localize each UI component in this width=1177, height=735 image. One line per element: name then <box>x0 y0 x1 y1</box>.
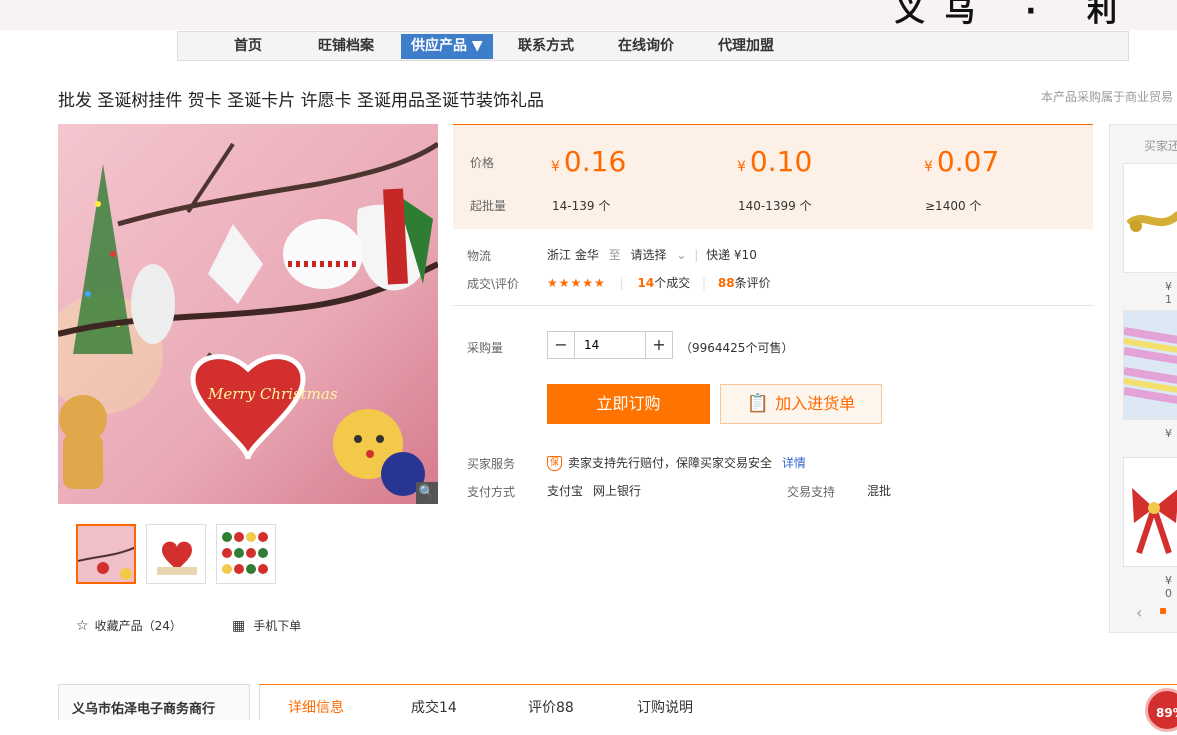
thumbnail-2[interactable] <box>146 524 206 584</box>
quantity-input[interactable] <box>576 332 646 358</box>
payment-alipay: 支付宝 <box>547 484 584 498</box>
card-text: Merry Christmas <box>207 385 338 403</box>
add-to-cart-button[interactable]: 📋 加入进货单 <box>720 384 882 424</box>
recommend-item-1[interactable] <box>1123 163 1177 273</box>
buyer-service-text: 卖家支持先行赔付，保障买家交易安全 <box>568 456 773 470</box>
clipboard-icon: 📋 <box>746 393 770 414</box>
price-label: 价格 <box>470 156 495 170</box>
top-header-strip: 义乌 · 利 <box>0 0 1177 30</box>
favorite-product[interactable]: ☆ 收藏产品（24） <box>76 617 182 634</box>
trade-support-label: 交易支持 <box>787 485 836 499</box>
tab-reviews[interactable]: 评价88 <box>528 697 574 717</box>
recommend-price-1: ¥ 1 <box>1165 280 1172 306</box>
purchase-qty-label: 采购量 <box>467 341 504 355</box>
chevron-left-icon[interactable]: ‹ <box>1136 603 1142 622</box>
mobile-order[interactable]: ▦ 手机下单 <box>232 617 301 634</box>
score-badge: 89% <box>1145 688 1177 732</box>
review-count-link[interactable]: 88条评价 <box>718 276 771 290</box>
price-panel: 价格 起批量 ¥0.16 ¥0.10 ¥0.07 14-139 个 140-13… <box>453 124 1093 229</box>
product-title: 批发 圣诞树挂件 贺卡 圣诞卡片 许愿卡 圣诞用品圣诞节装饰礼品 <box>58 91 545 111</box>
buyer-service-row: 保卖家支持先行赔付，保障买家交易安全 详情 <box>547 454 806 471</box>
trade-note: 本产品采购属于商业贸易 <box>1041 90 1174 104</box>
sidebar-header: 买家还 <box>1144 139 1177 153</box>
qty-tier-3: ≥1400 个 <box>925 199 982 213</box>
logistics-row: 浙江 金华 至 请选择 ⌄ | 快递 ¥10 <box>547 248 757 262</box>
star-outline-icon: ☆ <box>76 618 89 634</box>
nav-home[interactable]: 首页 <box>234 33 262 60</box>
shield-icon: 保 <box>547 456 562 471</box>
nav-inquiry[interactable]: 在线询价 <box>618 33 674 60</box>
rating-stars: ★★★★★ <box>547 276 606 290</box>
deals-row: ★★★★★ | 14个成交 | 88条评价 <box>547 276 771 290</box>
recommend-price-3: ¥ 0 <box>1165 574 1172 600</box>
tab-details[interactable]: 详细信息 <box>288 697 344 717</box>
available-stock: （9964425个可售） <box>680 341 794 355</box>
mobile-order-label: 手机下单 <box>253 619 302 633</box>
thumbnail-1[interactable] <box>76 524 136 584</box>
qrcode-icon: ▦ <box>232 618 246 634</box>
express-fee: 快递 ¥10 <box>706 248 757 262</box>
destination-select[interactable]: 请选择 ⌄ <box>631 248 687 262</box>
payment-label: 支付方式 <box>467 485 516 499</box>
detail-link[interactable]: 详情 <box>782 456 806 470</box>
detail-tabs: 详细信息 成交14 评价88 订购说明 <box>259 684 1177 720</box>
chevron-down-icon: ⌄ <box>676 248 687 262</box>
recommend-item-2[interactable] <box>1123 310 1177 420</box>
recommend-sidebar: 买家还 ¥ 1 ¥ ¥ 0 ‹ <box>1109 124 1177 633</box>
price-tier-2: ¥0.10 <box>737 145 813 178</box>
price-tier-1: ¥0.16 <box>551 145 627 178</box>
zoom-icon[interactable]: 🔍 <box>416 482 438 504</box>
deals-label: 成交\评价 <box>467 277 520 291</box>
deal-count-link[interactable]: 14个成交 <box>638 276 691 290</box>
favorite-label: 收藏产品（24） <box>94 619 182 633</box>
decrease-button[interactable]: − <box>548 332 575 358</box>
quantity-stepper: − + <box>547 331 673 359</box>
buy-now-button[interactable]: 立即订购 <box>547 384 710 424</box>
store-logo-fragment: 义乌 · 利 <box>894 0 1137 29</box>
thumbnail-3[interactable] <box>216 524 276 584</box>
min-qty-label: 起批量 <box>470 199 507 213</box>
trade-support-value: 混批 <box>867 484 892 498</box>
tab-deals[interactable]: 成交14 <box>411 697 457 717</box>
increase-button[interactable]: + <box>645 332 672 358</box>
to-word: 至 <box>608 248 621 262</box>
christmas-cards-photo: Merry Christmas <box>58 141 438 496</box>
store-name[interactable]: 义乌市佑泽电子商务商行 <box>58 684 250 720</box>
nav-shop-profile[interactable]: 旺铺档案 <box>318 33 374 60</box>
store-nav: 首页 旺铺档案 供应产品 ▼ 联系方式 在线询价 代理加盟 <box>177 31 1129 61</box>
nav-contact[interactable]: 联系方式 <box>518 33 574 60</box>
carousel-dot[interactable] <box>1160 608 1166 614</box>
price-tier-3: ¥0.07 <box>924 145 1000 178</box>
divider <box>453 305 1093 306</box>
logistics-label: 物流 <box>467 249 492 263</box>
qty-tier-1: 14-139 个 <box>552 199 611 213</box>
payment-bank: 网上银行 <box>593 484 642 498</box>
qty-tier-2: 140-1399 个 <box>738 199 812 213</box>
recommend-item-3[interactable] <box>1123 457 1177 567</box>
tab-order-notes[interactable]: 订购说明 <box>637 697 693 717</box>
ship-from: 浙江 金华 <box>547 248 599 262</box>
nav-products[interactable]: 供应产品 ▼ <box>401 34 493 59</box>
buyer-service-label: 买家服务 <box>467 457 516 471</box>
nav-agency[interactable]: 代理加盟 <box>718 33 774 60</box>
main-product-image[interactable]: Merry Christmas 🔍 <box>58 124 438 504</box>
recommend-price-2: ¥ <box>1165 427 1172 440</box>
